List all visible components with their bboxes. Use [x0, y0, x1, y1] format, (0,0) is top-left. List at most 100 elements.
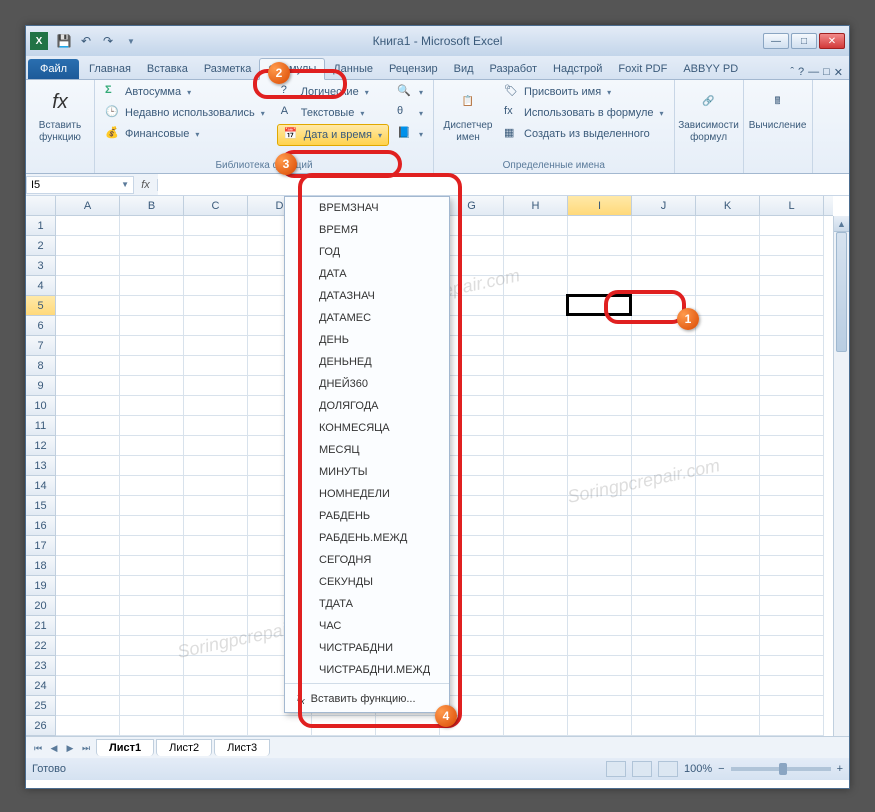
- cell[interactable]: [120, 396, 184, 416]
- mdi-min-icon[interactable]: —: [808, 66, 819, 79]
- sheet-tab[interactable]: Лист2: [156, 739, 212, 756]
- row-header[interactable]: 16: [26, 516, 56, 536]
- insert-function-button[interactable]: fx Вставить функцию: [32, 82, 88, 144]
- column-header[interactable]: J: [632, 196, 696, 215]
- sheet-nav-prev[interactable]: ◀: [46, 740, 62, 756]
- cell[interactable]: [120, 296, 184, 316]
- dropdown-item[interactable]: ДЕНЬНЕД: [285, 351, 449, 373]
- lookup-button[interactable]: 🔍▾: [393, 82, 427, 102]
- cell[interactable]: [568, 356, 632, 376]
- cell[interactable]: [760, 476, 824, 496]
- cell[interactable]: [184, 416, 248, 436]
- cell[interactable]: [120, 236, 184, 256]
- cell[interactable]: [696, 696, 760, 716]
- cell[interactable]: [568, 276, 632, 296]
- cell[interactable]: [696, 576, 760, 596]
- cell[interactable]: [632, 716, 696, 736]
- column-header[interactable]: B: [120, 196, 184, 215]
- cell[interactable]: [760, 496, 824, 516]
- cell[interactable]: [120, 696, 184, 716]
- cell[interactable]: [632, 616, 696, 636]
- cell[interactable]: [632, 536, 696, 556]
- cell[interactable]: [56, 236, 120, 256]
- cell[interactable]: [632, 676, 696, 696]
- cell[interactable]: [504, 656, 568, 676]
- dropdown-item[interactable]: ЧИСТРАБДНИ: [285, 637, 449, 659]
- cell[interactable]: [696, 236, 760, 256]
- cell[interactable]: [120, 356, 184, 376]
- cell[interactable]: [184, 356, 248, 376]
- tab-foxit pdf[interactable]: Foxit PDF: [610, 59, 675, 79]
- cell[interactable]: [56, 696, 120, 716]
- column-header[interactable]: A: [56, 196, 120, 215]
- cell[interactable]: [760, 416, 824, 436]
- cell[interactable]: [504, 636, 568, 656]
- cell[interactable]: [120, 476, 184, 496]
- cell[interactable]: [184, 236, 248, 256]
- close-button[interactable]: ✕: [819, 33, 845, 49]
- autosum-button[interactable]: Автосумма▾: [101, 82, 269, 102]
- cell[interactable]: [632, 556, 696, 576]
- cell[interactable]: [504, 496, 568, 516]
- cell[interactable]: [312, 716, 376, 736]
- file-tab[interactable]: Файл: [28, 59, 79, 79]
- cell[interactable]: [568, 456, 632, 476]
- row-header[interactable]: 2: [26, 236, 56, 256]
- tab-разметка[interactable]: Разметка: [196, 59, 260, 79]
- dropdown-item[interactable]: ДОЛЯГОДА: [285, 395, 449, 417]
- cell[interactable]: [504, 316, 568, 336]
- view-layout-button[interactable]: [632, 761, 652, 777]
- cell[interactable]: [760, 456, 824, 476]
- cell[interactable]: [760, 576, 824, 596]
- cell[interactable]: [696, 336, 760, 356]
- cell[interactable]: [760, 356, 824, 376]
- dropdown-item[interactable]: ЧИСТРАБДНИ.МЕЖД: [285, 659, 449, 681]
- text-button[interactable]: AТекстовые▾: [277, 103, 389, 123]
- zoom-slider[interactable]: [731, 767, 831, 771]
- math-button[interactable]: θ▾: [393, 103, 427, 123]
- save-button[interactable]: 💾: [54, 31, 74, 51]
- cell[interactable]: [504, 396, 568, 416]
- cell[interactable]: [696, 656, 760, 676]
- row-header[interactable]: 24: [26, 676, 56, 696]
- cell[interactable]: [696, 296, 760, 316]
- cell[interactable]: [632, 356, 696, 376]
- use-in-formula-button[interactable]: fxИспользовать в формуле▾: [500, 103, 668, 123]
- cell[interactable]: [56, 436, 120, 456]
- cell[interactable]: [56, 476, 120, 496]
- date-time-button[interactable]: 📅Дата и время▾: [277, 124, 389, 146]
- cell[interactable]: [760, 336, 824, 356]
- cell[interactable]: [632, 216, 696, 236]
- cell[interactable]: [568, 676, 632, 696]
- row-header[interactable]: 25: [26, 696, 56, 716]
- sheet-nav-last[interactable]: ⏭: [78, 740, 94, 756]
- cell[interactable]: [120, 716, 184, 736]
- cell[interactable]: [568, 556, 632, 576]
- cell[interactable]: [632, 496, 696, 516]
- dropdown-item[interactable]: РАБДЕНЬ: [285, 505, 449, 527]
- cell[interactable]: [632, 336, 696, 356]
- logical-button[interactable]: ?Логические▾: [277, 82, 389, 102]
- cell[interactable]: [504, 276, 568, 296]
- name-manager-button[interactable]: 📋 Диспетчер имен: [440, 82, 496, 144]
- cell[interactable]: [696, 216, 760, 236]
- cell[interactable]: [696, 596, 760, 616]
- cell[interactable]: [120, 536, 184, 556]
- cell[interactable]: [184, 496, 248, 516]
- cell[interactable]: [504, 556, 568, 576]
- column-header[interactable]: L: [760, 196, 824, 215]
- cell[interactable]: [568, 396, 632, 416]
- row-header[interactable]: 17: [26, 536, 56, 556]
- cell[interactable]: [504, 416, 568, 436]
- cell[interactable]: [120, 416, 184, 436]
- dropdown-item[interactable]: ТДАТА: [285, 593, 449, 615]
- cell[interactable]: [184, 276, 248, 296]
- dropdown-item[interactable]: ЧАС: [285, 615, 449, 637]
- cell[interactable]: [120, 216, 184, 236]
- name-box[interactable]: I5▼: [26, 176, 134, 194]
- cell[interactable]: [504, 516, 568, 536]
- row-header[interactable]: 7: [26, 336, 56, 356]
- row-header[interactable]: 4: [26, 276, 56, 296]
- cell[interactable]: [696, 536, 760, 556]
- cell[interactable]: [56, 676, 120, 696]
